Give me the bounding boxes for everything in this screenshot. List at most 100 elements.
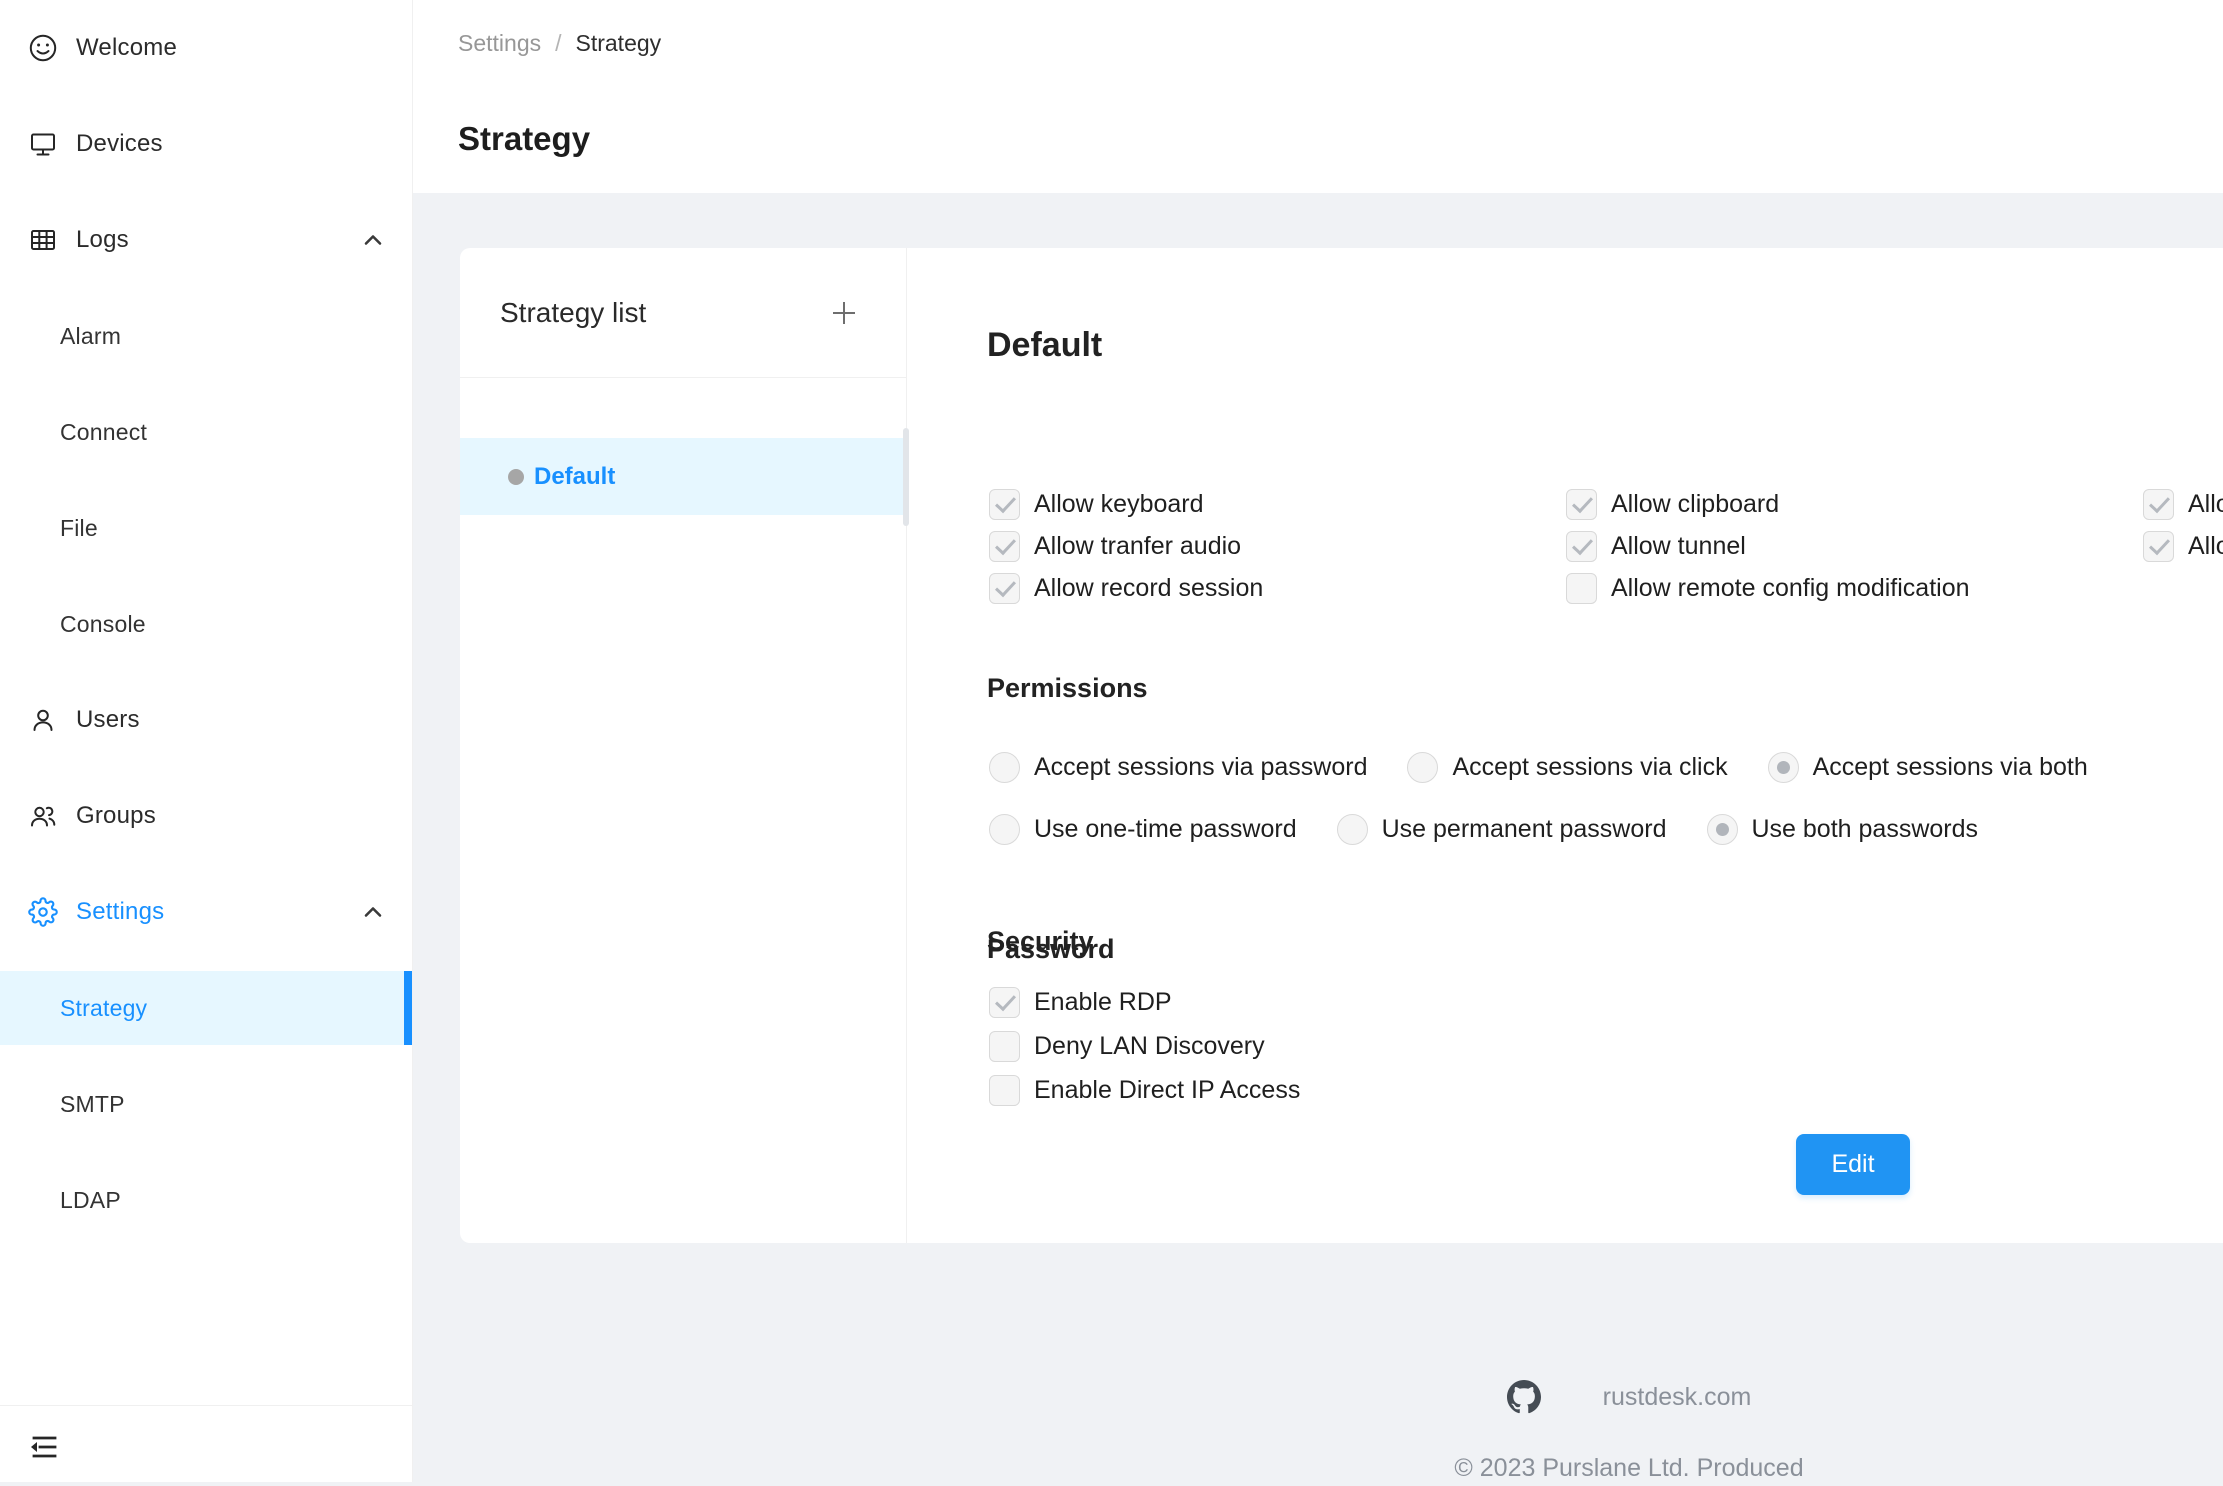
- password-option: Accept sessions via click: [1407, 752, 1727, 783]
- strategy-list-item[interactable]: Default: [460, 438, 906, 515]
- page: Settings / Strategy Strategy Welcome Dev…: [0, 0, 2223, 1482]
- sidebar-item[interactable]: Groups: [0, 768, 412, 864]
- permission-item: Allow: [2143, 531, 2223, 562]
- permissions-row: Allow tranfer audio Allow tunnel Allow: [989, 525, 2223, 567]
- permission-label: Allow: [2188, 532, 2223, 561]
- password-option: Use one-time password: [989, 814, 1297, 845]
- sidebar-item[interactable]: Settings: [0, 864, 412, 960]
- users-icon: [28, 801, 58, 831]
- footer-copyright: © 2023 Purslane Ltd. Produced: [413, 1450, 2223, 1486]
- security-checkbox[interactable]: [989, 1031, 1020, 1062]
- password-option-label: Use both passwords: [1752, 815, 1979, 844]
- password-radio[interactable]: [989, 752, 1020, 783]
- list-scrollbar[interactable]: [903, 428, 909, 526]
- breadcrumb-current: Strategy: [576, 30, 662, 57]
- sidebar-item-label: Devices: [76, 130, 163, 158]
- permission-checkbox[interactable]: [1566, 573, 1597, 604]
- security-options: Enable RDP Deny LAN Discovery Enable Dir…: [989, 980, 1300, 1112]
- permission-label: Allow remote config modification: [1611, 574, 1970, 603]
- sidebar-item-label: Settings: [76, 898, 164, 926]
- permission-label: Allow record session: [1034, 574, 1263, 603]
- password-option: Use permanent password: [1337, 814, 1667, 845]
- github-icon[interactable]: [1507, 1380, 1541, 1414]
- sidebar-item[interactable]: Console: [0, 576, 412, 672]
- password-option: Use both passwords: [1707, 814, 1979, 845]
- sidebar: Welcome Devices Logs: [0, 0, 413, 1482]
- sidebar-item[interactable]: Logs: [0, 192, 412, 288]
- password-option-label: Use one-time password: [1034, 815, 1297, 844]
- sidebar-item[interactable]: LDAP: [0, 1152, 412, 1248]
- page-title: Strategy: [458, 120, 590, 158]
- password-options: Accept sessions via password Accept sess…: [989, 746, 2088, 850]
- permission-checkbox[interactable]: [2143, 489, 2174, 520]
- sidebar-item[interactable]: Devices: [0, 96, 412, 192]
- permissions-row: Allow record session Allow remote config…: [989, 567, 2223, 609]
- sidebar-item[interactable]: SMTP: [0, 1056, 412, 1152]
- security-heading: Security: [987, 926, 1094, 957]
- sidebar-item-label: Logs: [76, 226, 129, 254]
- permissions-grid: Allow keyboard Allow clipboard Allow: [989, 483, 2223, 609]
- permissions-row: Allow keyboard Allow clipboard Allow: [989, 483, 2223, 525]
- password-option-label: Accept sessions via password: [1034, 753, 1367, 782]
- sidebar-item-label: Welcome: [76, 34, 177, 62]
- permission-label: Allow tranfer audio: [1034, 532, 1241, 561]
- password-option-label: Accept sessions via click: [1452, 753, 1727, 782]
- edit-button[interactable]: Edit: [1796, 1134, 1910, 1195]
- sidebar-item[interactable]: Strategy: [0, 960, 412, 1056]
- sidebar-item[interactable]: Connect: [0, 384, 412, 480]
- permission-item: Allow: [2143, 489, 2223, 520]
- user-icon: [28, 705, 58, 735]
- gear-icon: [28, 897, 58, 927]
- password-radio[interactable]: [1707, 814, 1738, 845]
- sidebar-item-label: Strategy: [60, 995, 147, 1022]
- detail-title: Default: [987, 326, 1102, 365]
- security-label: Deny LAN Discovery: [1034, 1032, 1265, 1061]
- permission-checkbox[interactable]: [989, 531, 1020, 562]
- security-label: Enable RDP: [1034, 988, 1172, 1017]
- sidebar-item-label: Alarm: [60, 323, 121, 350]
- sidebar-item[interactable]: Alarm: [0, 288, 412, 384]
- permission-item: Allow clipboard: [1566, 489, 2143, 520]
- sidebar-item[interactable]: File: [0, 480, 412, 576]
- security-checkbox[interactable]: [989, 987, 1020, 1018]
- sidebar-item-label: LDAP: [60, 1187, 121, 1214]
- security-item: Deny LAN Discovery: [989, 1024, 1300, 1068]
- sidebar-item-label: Groups: [76, 802, 156, 830]
- strategy-dot-icon: [508, 469, 524, 485]
- sidebar-item-label: File: [60, 515, 98, 542]
- plus-icon[interactable]: [824, 293, 864, 333]
- strategy-card: Strategy list Default Default Permiss: [460, 248, 2223, 1243]
- sidebar-nav: Welcome Devices Logs: [0, 0, 412, 1248]
- sidebar-item-label: SMTP: [60, 1091, 125, 1118]
- security-label: Enable Direct IP Access: [1034, 1076, 1300, 1105]
- permission-label: Allow keyboard: [1034, 490, 1204, 519]
- sidebar-item-label: Connect: [60, 419, 147, 446]
- menu-fold-icon[interactable]: [26, 1430, 60, 1464]
- permission-checkbox[interactable]: [1566, 531, 1597, 562]
- strategy-list-header: Strategy list: [460, 248, 906, 378]
- permission-checkbox[interactable]: [989, 573, 1020, 604]
- permission-checkbox[interactable]: [2143, 531, 2174, 562]
- strategy-list-panel: Strategy list Default: [460, 248, 907, 1243]
- permission-checkbox[interactable]: [1566, 489, 1597, 520]
- sidebar-item[interactable]: Welcome: [0, 0, 412, 96]
- footer-links: rustdesk.com: [413, 1379, 2223, 1415]
- password-radio[interactable]: [1768, 752, 1799, 783]
- permission-item: Allow keyboard: [989, 489, 1566, 520]
- footer-site-link[interactable]: rustdesk.com: [1603, 1383, 1752, 1412]
- sidebar-item[interactable]: Users: [0, 672, 412, 768]
- password-radio[interactable]: [1337, 814, 1368, 845]
- chevron-up-icon: [360, 899, 386, 925]
- sidebar-footer: [0, 1405, 412, 1482]
- password-radio[interactable]: [989, 814, 1020, 845]
- password-option: Accept sessions via password: [989, 752, 1367, 783]
- permissions-heading: Permissions: [987, 673, 1148, 704]
- strategy-item-name: Default: [534, 463, 615, 491]
- breadcrumb-separator: /: [555, 30, 561, 57]
- security-item: Enable RDP: [989, 980, 1300, 1024]
- breadcrumb-settings[interactable]: Settings: [458, 30, 541, 57]
- password-row: Use one-time password Use permanent pass…: [989, 808, 2088, 850]
- permission-checkbox[interactable]: [989, 489, 1020, 520]
- security-checkbox[interactable]: [989, 1075, 1020, 1106]
- password-radio[interactable]: [1407, 752, 1438, 783]
